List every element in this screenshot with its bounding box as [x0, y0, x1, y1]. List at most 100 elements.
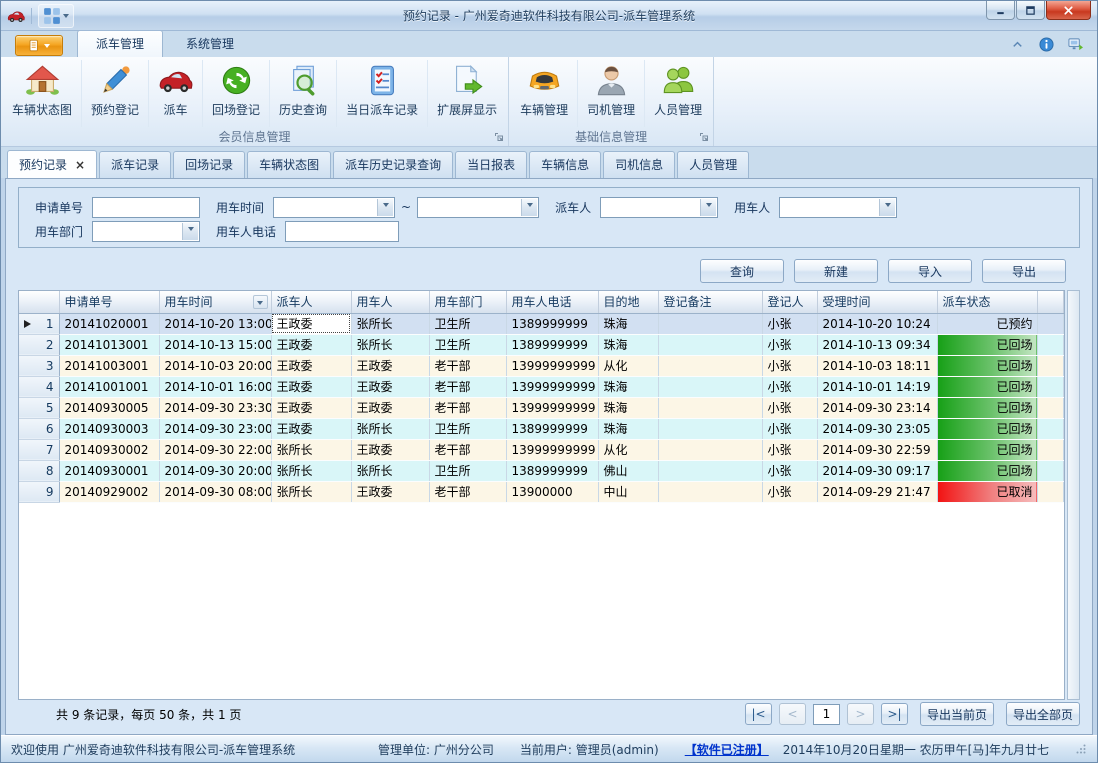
cell-user[interactable]: 王政委 [351, 481, 429, 502]
application-menu-button[interactable] [15, 35, 63, 56]
cell-dispatcher[interactable]: 王政委 [271, 397, 351, 418]
cell-remark[interactable] [658, 481, 762, 502]
ribbon-button[interactable]: 预约登记 [82, 60, 149, 127]
cell-registrar[interactable]: 小张 [762, 355, 817, 376]
column-header-remark[interactable]: 登记备注 [658, 291, 762, 313]
info-icon[interactable] [1039, 37, 1054, 52]
cell-dispatcher[interactable]: 张所长 [271, 481, 351, 502]
cell-use_time[interactable]: 2014-10-01 16:00 [159, 376, 271, 397]
cell-status[interactable]: 已回场 [937, 418, 1037, 439]
row-indicator[interactable]: 4 [19, 376, 59, 397]
cell-phone[interactable]: 1389999999 [506, 460, 598, 481]
cell-destination[interactable]: 珠海 [598, 376, 658, 397]
cell-apply_no[interactable]: 20140930005 [59, 397, 159, 418]
screens-icon[interactable] [1068, 37, 1083, 52]
doc-tab-3[interactable]: 车辆状态图 [247, 151, 331, 178]
cell-department[interactable]: 卫生所 [429, 460, 506, 481]
close-button[interactable] [1046, 1, 1091, 20]
cell-apply_no[interactable]: 20141013001 [59, 334, 159, 355]
row-indicator[interactable]: 1 [19, 313, 59, 334]
cell-phone[interactable]: 1389999999 [506, 334, 598, 355]
table-row[interactable]: 5201409300052014-09-30 23:30王政委王政委老干部139… [19, 397, 1064, 418]
combo-dropdown-button[interactable] [182, 223, 198, 240]
cell-destination[interactable]: 中山 [598, 481, 658, 502]
column-header-use_time[interactable]: 用车时间 [159, 291, 271, 313]
cell-dispatcher[interactable]: 王政委 [271, 334, 351, 355]
action-button-3[interactable]: 导出 [982, 259, 1066, 283]
ribbon-button[interactable]: 当日派车记录 [337, 60, 428, 127]
cell-status[interactable]: 已回场 [937, 397, 1037, 418]
cell-destination[interactable]: 珠海 [598, 334, 658, 355]
row-indicator[interactable]: 2 [19, 334, 59, 355]
cell-apply_no[interactable]: 20141003001 [59, 355, 159, 376]
cell-remark[interactable] [658, 439, 762, 460]
filter-input[interactable] [92, 197, 200, 218]
cell-user[interactable]: 张所长 [351, 334, 429, 355]
cell-use_time[interactable]: 2014-10-03 20:00 [159, 355, 271, 376]
filter-input[interactable] [285, 221, 399, 242]
cell-registrar[interactable]: 小张 [762, 376, 817, 397]
table-row[interactable]: 1201410200012014-10-20 13:00王政委张所长卫生所138… [19, 313, 1064, 334]
cell-accept_time[interactable]: 2014-10-20 10:24 [817, 313, 937, 334]
quick-access-toolbar[interactable] [38, 4, 74, 28]
ribbon-button[interactable]: 历史查询 [270, 60, 337, 127]
cell-phone[interactable]: 1389999999 [506, 418, 598, 439]
cell-remark[interactable] [658, 313, 762, 334]
cell-registrar[interactable]: 小张 [762, 418, 817, 439]
action-button-1[interactable]: 新建 [794, 259, 878, 283]
export-current-page-button[interactable]: 导出当前页 [920, 702, 994, 726]
filter-combo[interactable] [779, 197, 897, 218]
cell-remark[interactable] [658, 418, 762, 439]
action-button-2[interactable]: 导入 [888, 259, 972, 283]
collapse-ribbon-icon[interactable] [1010, 37, 1025, 52]
cell-status[interactable]: 已取消 [937, 481, 1037, 502]
cell-status[interactable]: 已回场 [937, 355, 1037, 376]
cell-department[interactable]: 老干部 [429, 355, 506, 376]
cell-user[interactable]: 张所长 [351, 418, 429, 439]
cell-use_time[interactable]: 2014-09-30 23:00 [159, 418, 271, 439]
cell-destination[interactable]: 从化 [598, 439, 658, 460]
table-row[interactable]: 9201409290022014-09-30 08:00张所长王政委老干部139… [19, 481, 1064, 502]
cell-accept_time[interactable]: 2014-10-03 18:11 [817, 355, 937, 376]
cell-destination[interactable]: 从化 [598, 355, 658, 376]
cell-user[interactable]: 王政委 [351, 397, 429, 418]
table-row[interactable]: 3201410030012014-10-03 20:00王政委王政委老干部139… [19, 355, 1064, 376]
column-filter-button[interactable] [253, 295, 268, 309]
cell-registrar[interactable]: 小张 [762, 460, 817, 481]
cell-apply_no[interactable]: 20140930002 [59, 439, 159, 460]
filter-combo[interactable] [417, 197, 539, 218]
cell-accept_time[interactable]: 2014-09-30 22:59 [817, 439, 937, 460]
cell-accept_time[interactable]: 2014-09-29 21:47 [817, 481, 937, 502]
vertical-scrollbar[interactable] [1067, 290, 1080, 700]
doc-tab-4[interactable]: 派车历史记录查询 [333, 151, 453, 178]
cell-user[interactable]: 张所长 [351, 313, 429, 334]
cell-accept_time[interactable]: 2014-10-13 09:34 [817, 334, 937, 355]
doc-tab-8[interactable]: 人员管理 [677, 151, 749, 178]
cell-accept_time[interactable]: 2014-09-30 23:14 [817, 397, 937, 418]
cell-remark[interactable] [658, 376, 762, 397]
column-header-status[interactable]: 派车状态 [937, 291, 1037, 313]
column-header-user[interactable]: 用车人 [351, 291, 429, 313]
combo-dropdown-button[interactable] [377, 199, 393, 216]
cell-destination[interactable]: 佛山 [598, 460, 658, 481]
cell-status[interactable]: 已回场 [937, 439, 1037, 460]
doc-tab-6[interactable]: 车辆信息 [529, 151, 601, 178]
table-row[interactable]: 8201409300012014-09-30 20:00张所长张所长卫生所138… [19, 460, 1064, 481]
cell-department[interactable]: 卫生所 [429, 313, 506, 334]
cell-registrar[interactable]: 小张 [762, 481, 817, 502]
cell-user[interactable]: 王政委 [351, 376, 429, 397]
table-row[interactable]: 2201410130012014-10-13 15:00王政委张所长卫生所138… [19, 334, 1064, 355]
cell-status[interactable]: 已回场 [937, 460, 1037, 481]
minimize-button[interactable] [986, 1, 1015, 20]
doc-tab-0[interactable]: 预约记录× [7, 150, 97, 178]
cell-accept_time[interactable]: 2014-10-01 14:19 [817, 376, 937, 397]
ribbon-tab-0[interactable]: 派车管理 [77, 30, 163, 57]
doc-tab-1[interactable]: 派车记录 [99, 151, 171, 178]
ribbon-button[interactable]: 回场登记 [203, 60, 270, 127]
combo-dropdown-button[interactable] [700, 199, 716, 216]
column-header-rownum[interactable] [19, 291, 59, 313]
cell-remark[interactable] [658, 355, 762, 376]
cell-phone[interactable]: 13999999999 [506, 439, 598, 460]
ribbon-button[interactable]: 车辆管理 [511, 60, 578, 127]
cell-department[interactable]: 卫生所 [429, 418, 506, 439]
